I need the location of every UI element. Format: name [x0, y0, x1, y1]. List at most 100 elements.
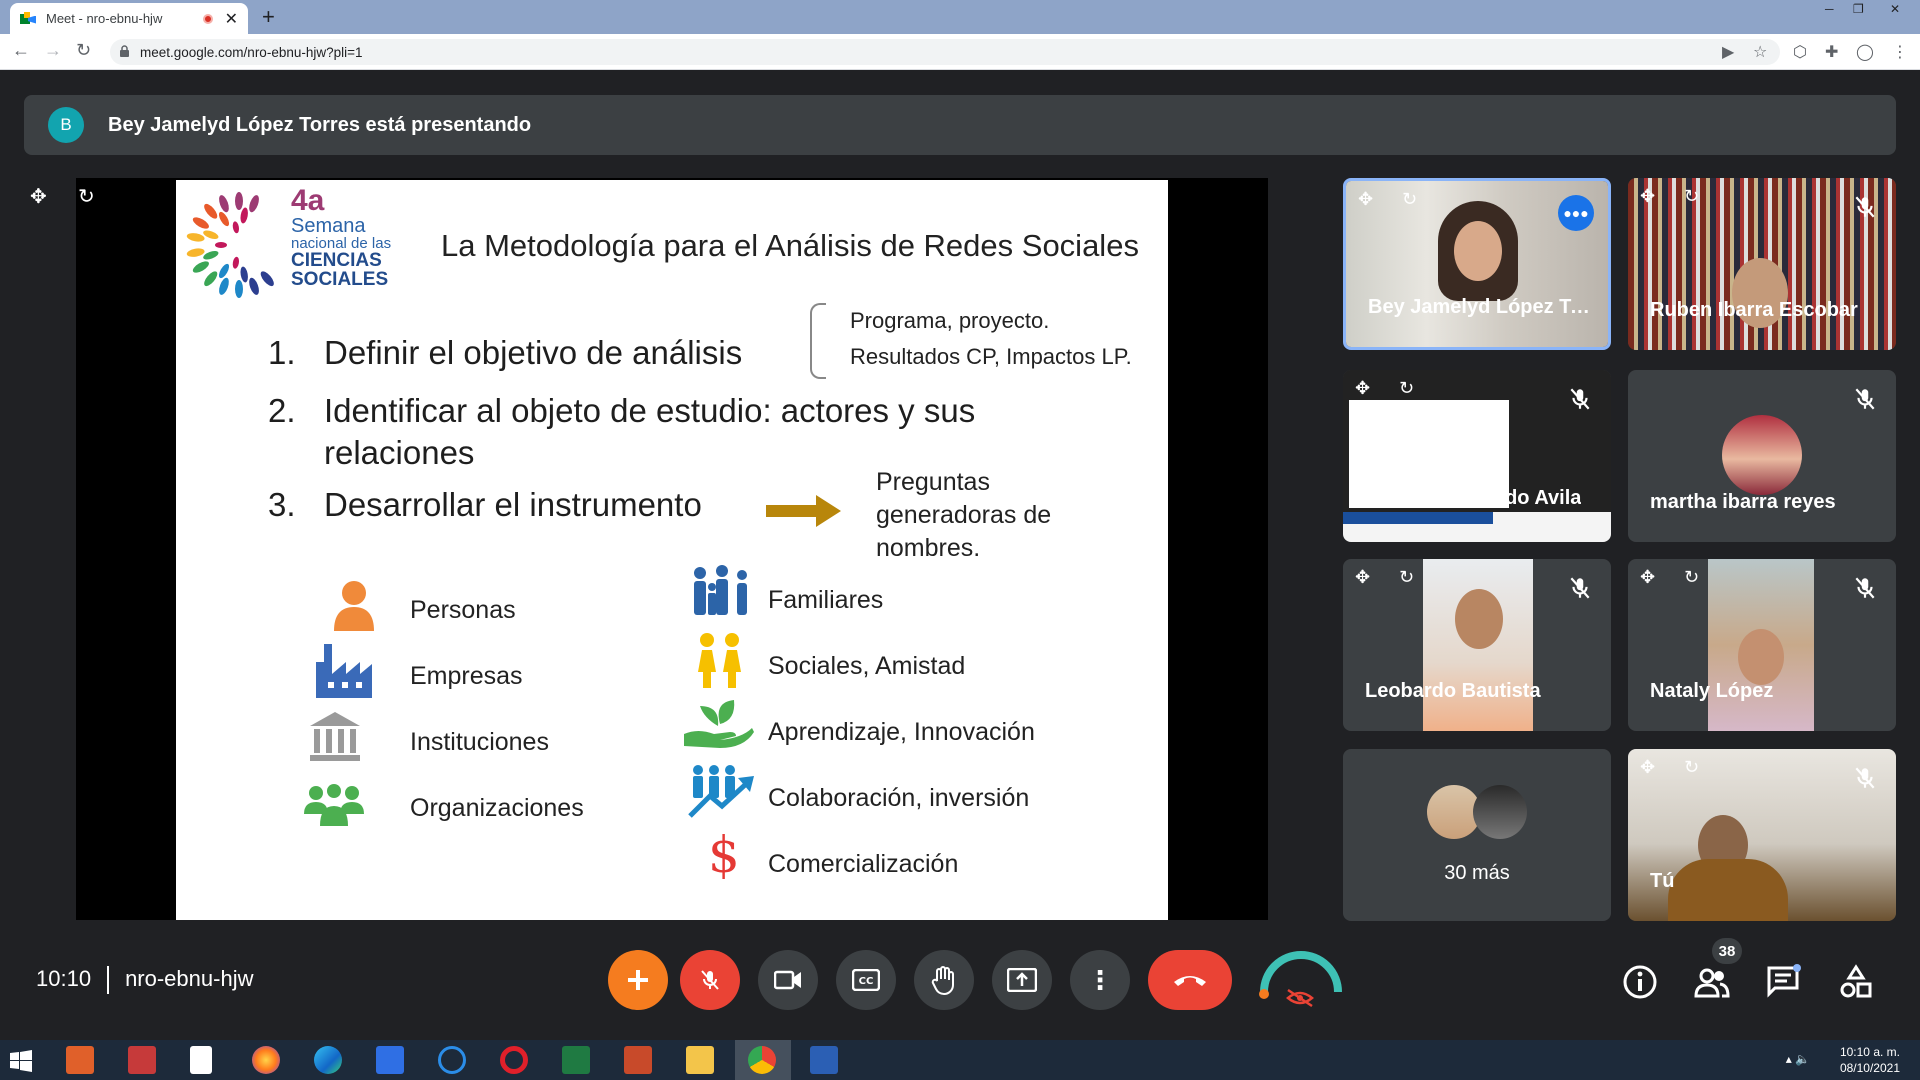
taskbar-app-blue-icon[interactable] — [376, 1046, 404, 1074]
category-sociales-amistad: Sociales, Amistad — [768, 652, 966, 680]
extension-cube-icon[interactable]: ⬡ — [1793, 42, 1807, 62]
close-tab-icon[interactable]: ✕ — [225, 9, 238, 29]
taskbar-excel-icon[interactable] — [562, 1046, 590, 1074]
taskbar-opera-icon[interactable] — [500, 1046, 528, 1074]
participant-tile-more[interactable]: 30 más — [1343, 749, 1611, 921]
back-icon[interactable]: ← — [12, 40, 30, 61]
participant-name: Bey Jamelyd López Torres — [1368, 296, 1598, 318]
mic-off-icon — [1570, 388, 1590, 410]
participant-tile-primario[interactable]: ✥ ↻ Primario Gerardo Avila — [1343, 370, 1611, 542]
chat-icon[interactable] — [1766, 964, 1802, 1000]
category-comercializacion: Comercialización — [768, 850, 959, 878]
refresh-icon[interactable]: ↻ — [1399, 567, 1414, 588]
category-organizaciones: Organizaciones — [410, 794, 584, 822]
extension-visibility-icon[interactable] — [1256, 946, 1346, 1012]
meet-favicon-icon — [20, 11, 36, 26]
meeting-details-info-icon[interactable] — [1622, 964, 1658, 1000]
divider — [107, 966, 110, 995]
presenter-face — [1454, 221, 1502, 281]
taskbar-ie-icon[interactable] — [438, 1046, 466, 1074]
refresh-icon[interactable]: ↻ — [1402, 189, 1417, 210]
move-pin-icon[interactable]: ✥ — [1355, 567, 1370, 588]
extensions-puzzle-icon[interactable]: ✚ — [1825, 42, 1838, 62]
participant-name: Leobardo Bautista — [1365, 680, 1541, 702]
minimize-window-icon[interactable]: ─ — [1825, 2, 1834, 16]
move-pin-icon[interactable]: ✥ — [1640, 567, 1655, 588]
person-icon — [334, 581, 374, 631]
taskbar-chrome-icon[interactable] — [748, 1046, 776, 1074]
camera-permission-icon[interactable]: ▶ — [1722, 42, 1734, 62]
microphone-toggle-button[interactable] — [680, 950, 740, 1010]
plant-hand-icon — [684, 700, 754, 748]
refresh-icon[interactable]: ↻ — [1684, 186, 1699, 207]
mic-off-icon — [1855, 577, 1875, 599]
close-window-icon[interactable]: ✕ — [1890, 2, 1900, 16]
taskbar-app-photos-icon[interactable] — [66, 1046, 94, 1074]
taskbar-powerpoint-icon[interactable] — [624, 1046, 652, 1074]
add-button[interactable] — [608, 950, 668, 1010]
slide-side-note-1: Programa, proyecto. — [850, 308, 1050, 333]
taskbar-app-file-icon[interactable] — [190, 1046, 212, 1074]
taskbar-firefox-icon[interactable] — [252, 1046, 280, 1074]
participant-tile-ruben[interactable]: ✥ ↻ Ruben Ibarra Escobar — [1628, 178, 1896, 350]
bookmark-star-icon[interactable]: ☆ — [1753, 42, 1767, 62]
right-arrow-icon — [766, 495, 841, 527]
address-bar-row: ← → ↻ meet.google.com/nro-ebnu-hjw?pli=1… — [0, 34, 1920, 70]
refresh-layout-icon[interactable]: ↻ — [78, 184, 95, 209]
chrome-menu-icon[interactable]: ⋮ — [1892, 42, 1908, 62]
more-options-button[interactable]: ⋮ — [1070, 950, 1130, 1010]
profile-avatar-icon[interactable]: ◯ — [1856, 42, 1874, 62]
meeting-time-code: 10:10 nro-ebnu-hjw — [36, 966, 253, 995]
taskbar-word-icon[interactable] — [810, 1046, 838, 1074]
camera-toggle-button[interactable] — [758, 950, 818, 1010]
tray-volume-icon[interactable]: ▴ 🔈 — [1786, 1052, 1810, 1066]
participant-tile-nataly[interactable]: ✥ ↻ Nataly López — [1628, 559, 1896, 731]
mic-off-icon — [1570, 577, 1590, 599]
category-colaboracion-inversion: Colaboración, inversión — [768, 784, 1030, 812]
raise-hand-button[interactable] — [914, 950, 974, 1010]
mic-off-icon — [701, 970, 719, 990]
new-tab-icon[interactable]: + — [262, 4, 275, 30]
system-clock[interactable]: 10:10 a. m. 08/10/2021 — [1840, 1044, 1900, 1076]
browser-tab-meet[interactable]: Meet - nro-ebnu-hjw ✕ — [10, 3, 248, 34]
refresh-icon[interactable]: ↻ — [1399, 378, 1414, 399]
presenting-text: Bey Jamelyd López Torres está presentand… — [108, 113, 532, 136]
slide-preguntas: Preguntas generadoras de nombres. — [876, 468, 1052, 562]
taskbar-file-explorer-icon[interactable] — [686, 1046, 714, 1074]
taskbar-app-reader-icon[interactable] — [128, 1046, 156, 1074]
participant-face — [1455, 589, 1503, 649]
people-count-badge: 38 — [1712, 938, 1742, 964]
organization-group-icon — [304, 784, 364, 826]
participant-name: Ruben Ibarra Escobar — [1650, 299, 1858, 321]
restore-window-icon[interactable]: ❐ — [1853, 2, 1864, 16]
present-now-button[interactable] — [992, 950, 1052, 1010]
url-text: meet.google.com/nro-ebnu-hjw?pli=1 — [140, 44, 363, 60]
participant-tile-presenter[interactable]: ✥ ↻ ●●● Bey Jamelyd López Torres — [1343, 178, 1611, 350]
refresh-icon[interactable]: ↻ — [1684, 757, 1699, 778]
taskbar-edge-icon[interactable] — [314, 1046, 342, 1074]
move-pin-icon[interactable]: ✥ — [30, 184, 47, 209]
dollar-sign-icon: $ — [708, 826, 740, 884]
captions-button[interactable]: CC — [836, 950, 896, 1010]
url-bar[interactable]: meet.google.com/nro-ebnu-hjw?pli=1 — [110, 39, 1780, 65]
move-pin-icon[interactable]: ✥ — [1640, 186, 1655, 207]
reload-icon[interactable]: ↻ — [76, 40, 91, 61]
forward-icon[interactable]: → — [44, 40, 62, 61]
move-pin-icon[interactable]: ✥ — [1358, 189, 1373, 210]
participant-tile-self[interactable]: ✥ ↻ Tú — [1628, 749, 1896, 921]
semana-logo-text: 4a Semana nacional de las CIENCIAS SOCIA… — [291, 184, 392, 290]
windows-start-icon[interactable] — [10, 1050, 32, 1072]
people-icon[interactable] — [1694, 964, 1730, 1000]
move-pin-icon[interactable]: ✥ — [1640, 757, 1655, 778]
participant-tile-martha[interactable]: martha ibarra reyes — [1628, 370, 1896, 542]
move-pin-icon[interactable]: ✥ — [1355, 378, 1370, 399]
participant-tile-leobardo[interactable]: ✥ ↻ Leobardo Bautista — [1343, 559, 1611, 731]
institution-building-icon — [310, 712, 360, 761]
present-screen-icon — [1007, 968, 1037, 992]
windows-taskbar: ▴ 🔈 10:10 a. m. 08/10/2021 — [0, 1040, 1920, 1080]
activities-icon[interactable] — [1838, 964, 1874, 1000]
shared-caption-bar — [1343, 512, 1493, 524]
friends-icon — [698, 633, 741, 688]
leave-call-button[interactable] — [1148, 950, 1232, 1010]
refresh-icon[interactable]: ↻ — [1684, 567, 1699, 588]
